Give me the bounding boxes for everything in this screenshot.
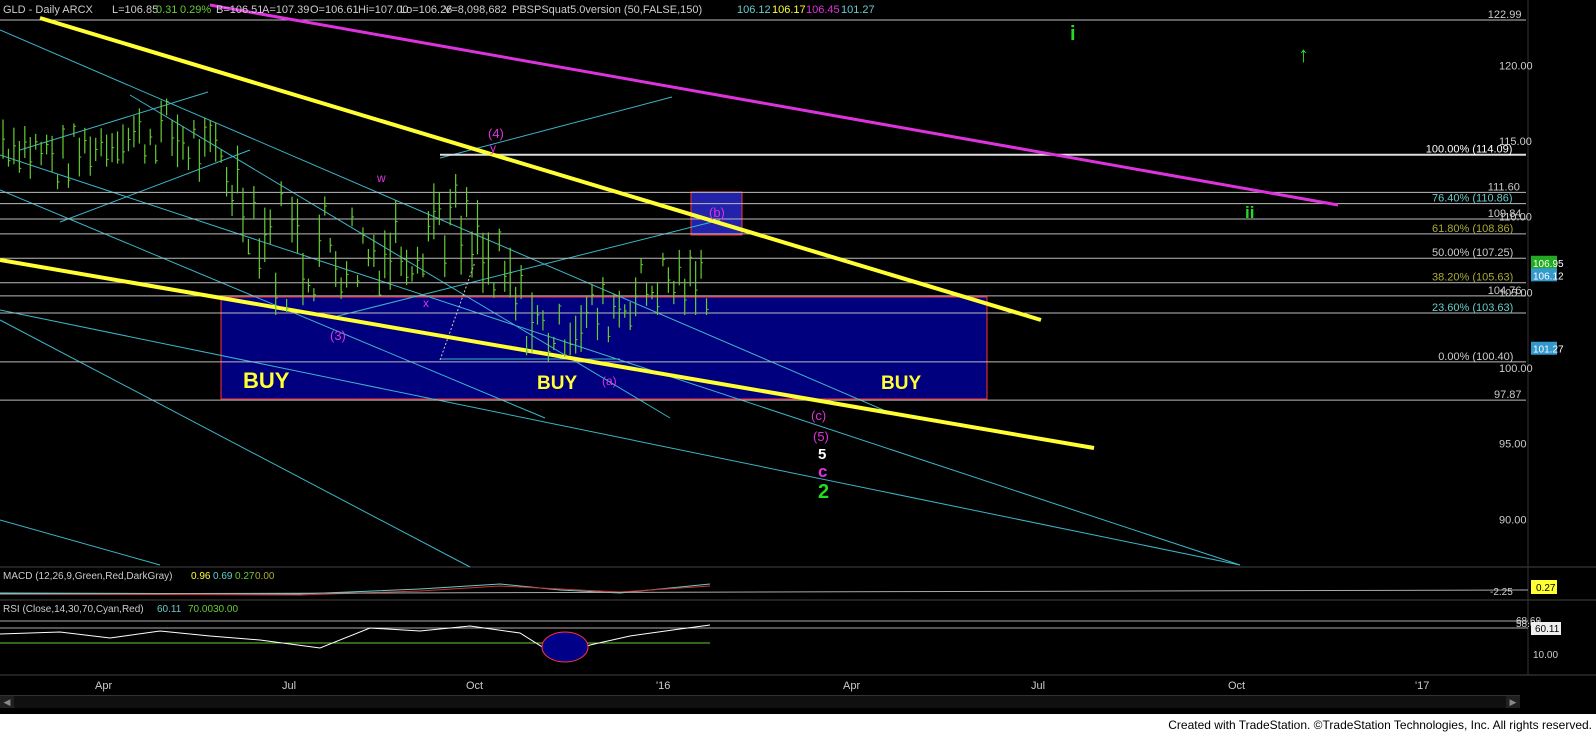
price-level-label: 76.40% (110.86) xyxy=(1432,193,1513,205)
y-tick-label: 95.00 xyxy=(1499,439,1527,451)
wave-label-5: 5 xyxy=(818,446,826,463)
rsi-line xyxy=(0,624,711,659)
rsi-badge-label: 60.11 xyxy=(1535,624,1560,635)
indicator-name: PBSPSquat5.0version (50,FALSE,150) xyxy=(512,4,702,16)
bid-price: B=106.51 xyxy=(216,4,263,16)
rsi-value-3: 30.00 xyxy=(213,604,238,615)
rsi-title: RSI (Close,14,30,70,Cyan,Red) xyxy=(3,604,144,615)
buy-label-3: BUY xyxy=(881,373,921,394)
wave-label-4: (4) xyxy=(488,126,504,141)
wave-label-b: (b) xyxy=(709,205,725,220)
rsi-value-1: 60.11 xyxy=(157,604,182,615)
macd-value-4: 0.00 xyxy=(255,571,275,582)
last-price: L=106.85 xyxy=(112,4,158,16)
symbol-label: GLD - Daily ARCX xyxy=(3,4,94,16)
macd-right-label: -2.25 xyxy=(1490,587,1513,598)
wave-label-3: (3) xyxy=(330,328,346,343)
scroll-left-icon[interactable]: ◀ xyxy=(0,696,14,708)
time-scrollbar[interactable]: ◀ ▶ xyxy=(0,695,1520,708)
ask-price: A=107.39 xyxy=(262,4,309,16)
indicator-value-4: 101.27 xyxy=(841,4,875,16)
copyright-text: Created with TradeStation. ©TradeStation… xyxy=(1168,718,1592,732)
change-value: 0.31 xyxy=(156,4,177,16)
x-axis: Apr Jul Oct '16 Apr Jul Oct '17 xyxy=(95,680,1429,692)
price-level-label: 23.60% (103.63) xyxy=(1432,302,1513,314)
y-tick-label: 120.00 xyxy=(1499,60,1533,72)
price-badge-label: 106.95 xyxy=(1533,259,1564,270)
indicator-value-1: 106.12 xyxy=(737,4,771,16)
macd-badge-label: 0.27 xyxy=(1536,583,1556,594)
macd-value-2: 0.69 xyxy=(213,571,233,582)
open-price: O=106.61 xyxy=(310,4,359,16)
wave-label-c-big: c xyxy=(818,462,827,481)
x-tick-label: Apr xyxy=(843,680,860,692)
wave-label-a: (a) xyxy=(602,374,617,388)
footer-bar: Created with TradeStation. ©TradeStation… xyxy=(0,714,1596,736)
x-tick-label: Jul xyxy=(282,680,296,692)
price-chart: BUY BUY BUY (4) y w x (3) (b) (a) (c) (5… xyxy=(0,0,1596,692)
axis-badges: 106.95106.12 101.27 xyxy=(1531,255,1564,356)
up-arrow-icon: ↑ xyxy=(1298,42,1309,67)
rsi-value-2: 70.00 xyxy=(188,604,213,615)
wave-label-5-paren: (5) xyxy=(813,429,829,444)
macd-title: MACD (12,26,9,Green,Red,DarkGray) xyxy=(3,571,173,582)
x-tick-label: Oct xyxy=(466,680,483,692)
rsi-oversold-highlight xyxy=(541,631,589,663)
x-tick-label: '17 xyxy=(1415,680,1429,692)
scroll-right-icon[interactable]: ▶ xyxy=(1506,696,1520,708)
rsi-panel: RSI (Close,14,30,70,Cyan,Red) 60.11 70.0… xyxy=(0,604,1561,663)
chart-header: GLD - Daily ARCX L=106.85 0.31 0.29% B=1… xyxy=(3,4,875,16)
price-level-label: 61.80% (108.86) xyxy=(1432,223,1513,235)
x-tick-label: Apr xyxy=(95,680,112,692)
wave-label-y: y xyxy=(490,141,496,155)
price-level-label: 100.00% (114.09) xyxy=(1426,144,1513,156)
buy-label-1: BUY xyxy=(243,368,290,393)
price-level-label: 50.00% (107.25) xyxy=(1432,247,1513,259)
price-badge-label: 101.27 xyxy=(1533,345,1564,356)
x-tick-label: Oct xyxy=(1228,680,1245,692)
price-level-label: 97.87 xyxy=(1494,389,1522,401)
wave-label-c: (c) xyxy=(811,408,826,423)
price-level-label: 111.60 xyxy=(1488,181,1520,193)
price-level-label: 122.99 xyxy=(1488,9,1522,21)
rsi-right-label-3: 10.00 xyxy=(1533,650,1558,661)
x-tick-label: '16 xyxy=(656,680,670,692)
y-tick-label: 100.00 xyxy=(1499,363,1533,375)
macd-zero-line xyxy=(0,589,1529,595)
price-level-label: 104.76 xyxy=(1488,285,1522,297)
price-level-label: 38.20% (105.63) xyxy=(1432,272,1513,284)
price-badge-label: 106.12 xyxy=(1533,271,1564,282)
price-level-label: 0.00% (100.40) xyxy=(1438,351,1513,363)
y-tick-label: 90.00 xyxy=(1499,514,1527,526)
macd-value-3: 0.27 xyxy=(235,571,255,582)
indicator-value-2: 106.17 xyxy=(772,4,806,16)
buy-label-2: BUY xyxy=(537,373,577,394)
wave-label-w: w xyxy=(376,171,386,185)
wave-label-x: x xyxy=(423,296,429,310)
macd-value-1: 0.96 xyxy=(191,571,211,582)
wave-label-ii: ii xyxy=(1245,203,1254,222)
volume: V=8,098,682 xyxy=(444,4,507,16)
price-level-label: 109.84 xyxy=(1488,208,1522,220)
wave-label-i: i xyxy=(1070,23,1076,45)
wave-label-2: 2 xyxy=(818,481,829,503)
indicator-value-3: 106.45 xyxy=(806,4,840,16)
x-tick-label: Jul xyxy=(1031,680,1045,692)
macd-panel: MACD (12,26,9,Green,Red,DarkGray) 0.96 0… xyxy=(0,571,1557,598)
change-pct: 0.29% xyxy=(180,4,211,16)
